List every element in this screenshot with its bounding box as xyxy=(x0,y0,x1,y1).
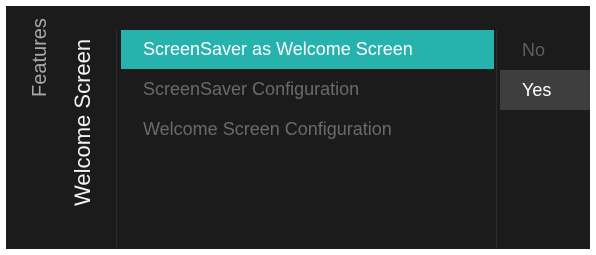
menu-item-label: ScreenSaver Configuration xyxy=(143,79,360,99)
option-yes[interactable]: Yes xyxy=(500,70,590,110)
menu-item-screensaver-as-welcome-screen[interactable]: ScreenSaver as Welcome Screen xyxy=(121,30,494,69)
menu-item-screensaver-configuration[interactable]: ScreenSaver Configuration xyxy=(121,69,494,109)
option-list: No Yes xyxy=(500,30,590,110)
column-divider xyxy=(116,30,117,249)
menu-item-welcome-screen-configuration[interactable]: Welcome Screen Configuration xyxy=(121,109,494,149)
menu-item-label: Welcome Screen Configuration xyxy=(143,119,392,139)
option-label: Yes xyxy=(522,80,552,100)
column-divider xyxy=(496,30,497,249)
breadcrumb-features[interactable]: Features xyxy=(26,6,60,249)
breadcrumb-welcome-screen[interactable]: Welcome Screen xyxy=(66,6,118,249)
breadcrumb-features-label: Features xyxy=(29,18,51,97)
option-label: No xyxy=(522,40,546,60)
settings-menu-list: ScreenSaver as Welcome Screen ScreenSave… xyxy=(121,30,494,149)
menu-item-label: ScreenSaver as Welcome Screen xyxy=(143,39,413,59)
breadcrumb-welcome-screen-label: Welcome Screen xyxy=(70,38,95,206)
tv-settings-menu: Features Welcome Screen ScreenSaver as W… xyxy=(6,6,590,249)
option-no[interactable]: No xyxy=(500,30,590,70)
